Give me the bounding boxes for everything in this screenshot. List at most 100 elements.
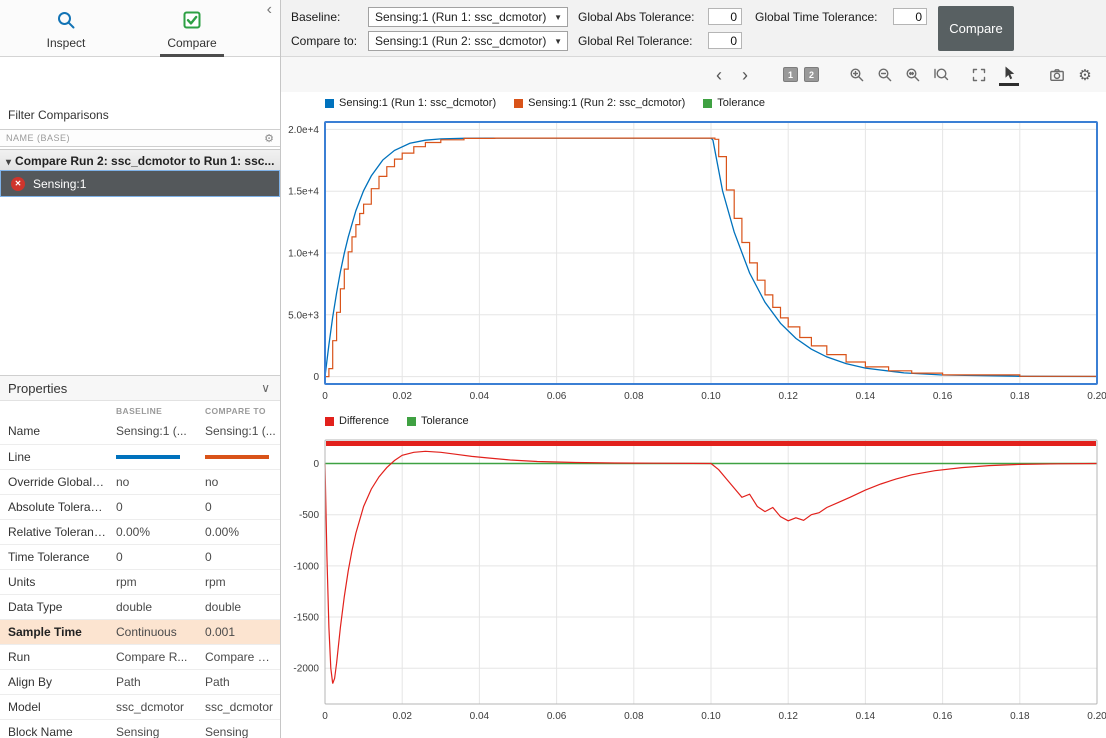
svg-text:0.14: 0.14 xyxy=(856,391,876,402)
property-row-block-name: Block NameSensingSensing xyxy=(0,719,280,738)
compare-toolbar: Baseline: Sensing:1 (Run 1: ssc_dcmotor)… xyxy=(281,0,1106,57)
svg-text:0.08: 0.08 xyxy=(624,711,644,722)
property-label: Align By xyxy=(0,669,110,694)
tab-compare[interactable]: Compare xyxy=(144,4,240,56)
zoom-in-icon[interactable] xyxy=(847,64,867,86)
settings-gear-icon[interactable]: ⚙ xyxy=(1075,64,1095,86)
property-value-compare[interactable]: Path xyxy=(199,669,280,694)
legend-item: Difference xyxy=(325,415,389,427)
comparison-group-title: Compare Run 2: ssc_dcmotor to Run 1: ssc… xyxy=(15,154,274,168)
property-label: Line xyxy=(0,444,110,469)
svg-text:0: 0 xyxy=(313,372,319,383)
global-rel-tolerance-input[interactable] xyxy=(708,32,742,49)
snapshot-camera-icon[interactable] xyxy=(1047,64,1067,86)
subplot-layout-2-button[interactable]: 2 xyxy=(804,67,819,82)
svg-text:0.16: 0.16 xyxy=(933,391,953,402)
legend-color-swatch xyxy=(514,99,523,108)
svg-text:0.18: 0.18 xyxy=(1010,391,1030,402)
comparison-group-header[interactable]: ▾Compare Run 2: ssc_dcmotor to Run 1: ss… xyxy=(0,149,280,171)
fit-to-view-icon[interactable] xyxy=(969,64,989,86)
legend-label: Sensing:1 (Run 1: ssc_dcmotor) xyxy=(339,97,496,109)
properties-header[interactable]: Properties ∨ xyxy=(0,375,280,401)
compare-to-signal-dropdown[interactable]: Sensing:1 (Run 2: ssc_dcmotor) ▼ xyxy=(368,31,568,51)
property-value-compare[interactable]: double xyxy=(199,594,280,619)
svg-text:-1500: -1500 xyxy=(293,613,319,624)
property-value-baseline[interactable]: rpm xyxy=(110,569,199,594)
difference-plot[interactable]: 0-500-1000-1500-200000.020.040.060.080.1… xyxy=(281,432,1106,734)
signal-row-sensing1[interactable]: ✕ Sensing:1 xyxy=(1,171,279,196)
svg-text:0.20: 0.20 xyxy=(1087,711,1106,722)
svg-text:0.16: 0.16 xyxy=(933,711,953,722)
property-value-baseline[interactable]: ssc_dcmotor xyxy=(110,694,199,719)
baseline-label: Baseline: xyxy=(291,7,340,27)
property-value-compare[interactable]: 0.00% xyxy=(199,519,280,544)
baseline-signal-dropdown[interactable]: Sensing:1 (Run 1: ssc_dcmotor) ▼ xyxy=(368,7,568,27)
property-value-baseline[interactable]: 0 xyxy=(110,544,199,569)
difference-chart-legend: Difference Tolerance xyxy=(281,410,1106,432)
property-row-line: Line xyxy=(0,444,280,469)
global-abs-tolerance-label: Global Abs Tolerance: xyxy=(578,7,695,27)
compare-line-color-swatch xyxy=(205,455,269,459)
property-value-baseline[interactable] xyxy=(110,444,199,469)
property-value-baseline[interactable]: Sensing xyxy=(110,719,199,738)
property-value-compare[interactable]: Sensing:1 (... xyxy=(199,419,280,444)
name-base-filter-input[interactable] xyxy=(0,133,258,143)
property-value-compare[interactable]: Sensing xyxy=(199,719,280,738)
tab-inspect-label: Inspect xyxy=(47,36,86,50)
svg-text:1.5e+4: 1.5e+4 xyxy=(288,187,319,198)
collapse-panel-icon[interactable]: ‹ xyxy=(267,2,272,18)
previous-view-button[interactable]: ‹ xyxy=(709,64,729,86)
property-value-baseline[interactable]: Path xyxy=(110,669,199,694)
property-label: Run xyxy=(0,644,110,669)
legend-item: Sensing:1 (Run 2: ssc_dcmotor) xyxy=(514,97,685,109)
svg-text:0.02: 0.02 xyxy=(392,391,412,402)
tab-inspect[interactable]: Inspect xyxy=(18,4,114,56)
svg-text:-1000: -1000 xyxy=(293,561,319,572)
filter-box: ⚙ xyxy=(0,129,280,147)
property-value-baseline[interactable]: no xyxy=(110,469,199,494)
legend-label: Tolerance xyxy=(717,97,765,109)
property-value-compare[interactable]: no xyxy=(199,469,280,494)
baseline-compare-plot[interactable]: 05.0e+31.0e+41.5e+42.0e+400.020.040.060.… xyxy=(281,114,1106,410)
property-value-compare[interactable]: 0 xyxy=(199,544,280,569)
property-value-compare[interactable]: ssc_dcmotor xyxy=(199,694,280,719)
global-abs-tolerance-input[interactable] xyxy=(708,8,742,25)
zoom-out-icon[interactable] xyxy=(875,64,895,86)
compare-button[interactable]: Compare xyxy=(938,6,1014,51)
property-value-baseline[interactable]: double xyxy=(110,594,199,619)
global-time-tolerance-input[interactable] xyxy=(893,8,927,25)
svg-text:0.06: 0.06 xyxy=(547,391,567,402)
legend-color-swatch xyxy=(325,99,334,108)
svg-text:0.18: 0.18 xyxy=(1010,711,1030,722)
property-label: Model xyxy=(0,694,110,719)
property-value-baseline[interactable]: 0 xyxy=(110,494,199,519)
zoom-in-time-icon[interactable] xyxy=(903,64,923,86)
next-view-button[interactable]: › xyxy=(735,64,755,86)
svg-text:0.02: 0.02 xyxy=(392,711,412,722)
property-value-baseline[interactable]: Continuous xyxy=(110,619,199,644)
property-value-baseline[interactable]: 0.00% xyxy=(110,519,199,544)
svg-text:1.0e+4: 1.0e+4 xyxy=(288,249,319,260)
filter-gear-icon[interactable]: ⚙ xyxy=(258,132,280,145)
legend-label: Tolerance xyxy=(421,415,469,427)
property-value-compare[interactable]: Compare R... xyxy=(199,644,280,669)
property-row-sample-time: Sample TimeContinuous0.001 xyxy=(0,619,280,644)
global-rel-tolerance-label: Global Rel Tolerance: xyxy=(578,31,693,51)
property-value-baseline[interactable]: Sensing:1 (... xyxy=(110,419,199,444)
property-row-align-by: Align ByPathPath xyxy=(0,669,280,694)
property-row-absolute-tolerance: Absolute Tolerance00 xyxy=(0,494,280,519)
subplot-layout-1-button[interactable]: 1 xyxy=(783,67,798,82)
property-value-compare[interactable] xyxy=(199,444,280,469)
left-panel: Inspect Compare ‹ Filter Comparisons ⚙ ▾… xyxy=(0,0,281,738)
cursor-tool-icon[interactable] xyxy=(999,64,1019,86)
fit-to-data-icon[interactable] xyxy=(931,64,951,86)
svg-text:5.0e+3: 5.0e+3 xyxy=(288,310,319,321)
svg-text:0: 0 xyxy=(313,459,319,470)
properties-collapse-icon: ∨ xyxy=(261,376,270,400)
compare-to-dropdown-value: Sensing:1 (Run 2: ssc_dcmotor) xyxy=(375,34,546,48)
property-value-compare[interactable]: rpm xyxy=(199,569,280,594)
property-value-compare[interactable]: 0.001 xyxy=(199,619,280,644)
property-value-compare[interactable]: 0 xyxy=(199,494,280,519)
property-label: Time Tolerance xyxy=(0,544,110,569)
property-value-baseline[interactable]: Compare R... xyxy=(110,644,199,669)
